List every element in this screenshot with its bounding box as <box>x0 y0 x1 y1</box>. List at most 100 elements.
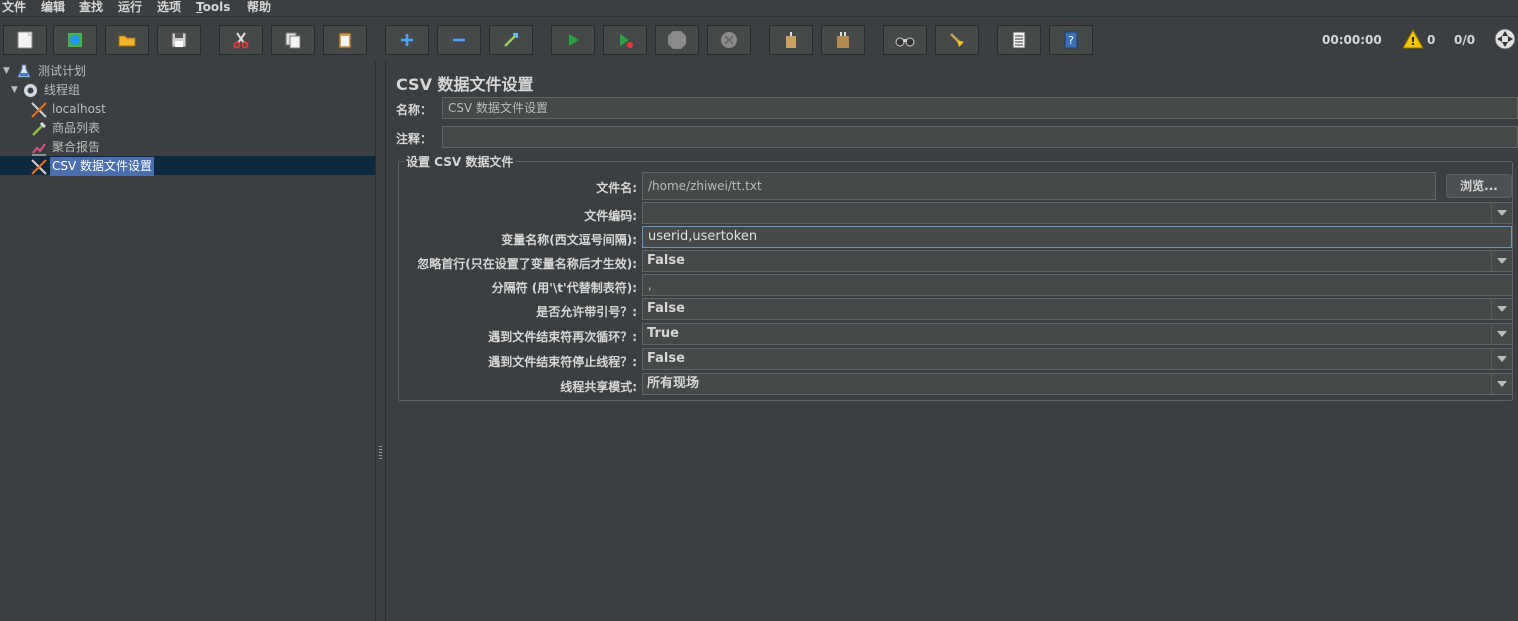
warning-icon[interactable]: ! <box>1402 29 1424 49</box>
tree-item-product-list[interactable]: 商品列表 <box>30 119 330 138</box>
svg-text:?: ? <box>1068 34 1074 47</box>
sharing-mode-value: 所有现场 <box>647 376 700 391</box>
menu-run[interactable]: 运行 <box>118 0 142 16</box>
tree-item-label: 测试计划 <box>38 64 87 78</box>
ignore-first-line-label: 忽略首行(只在设置了变量名称后才生效): <box>417 257 637 271</box>
play-no-pause-icon <box>620 34 633 48</box>
browse-button[interactable]: 浏览... <box>1446 174 1512 198</box>
tree-expand-arrow[interactable]: ▼ <box>11 85 18 95</box>
stop-icon <box>668 31 686 49</box>
save-icon <box>171 32 187 48</box>
delimiter-input[interactable]: , <box>642 274 1513 296</box>
menu-search[interactable]: 查找 <box>79 0 103 16</box>
allow-quoted-select[interactable]: False <box>642 298 1513 320</box>
name-label: 名称： <box>396 103 433 117</box>
csv-config-panel: CSV 数据文件设置 名称： CSV 数据文件设置 注释： 设置 CSV 数据文… <box>386 61 1518 621</box>
tree-item-csv-config[interactable]: CSV 数据文件设置 <box>30 157 330 176</box>
comment-input[interactable] <box>442 126 1518 148</box>
remote-icon[interactable] <box>1494 28 1516 50</box>
chevron-down-icon <box>1491 374 1512 394</box>
save-button[interactable] <box>157 25 201 55</box>
chart-icon <box>32 143 46 156</box>
encoding-select[interactable] <box>642 202 1513 224</box>
tree-expand-arrow[interactable]: ▼ <box>3 66 10 76</box>
tree-item-aggregate-report[interactable]: 聚合报告 <box>30 138 330 157</box>
ignore-first-line-select[interactable]: False <box>642 250 1513 272</box>
sharing-mode-select[interactable]: 所有现场 <box>642 373 1513 395</box>
chevron-down-icon <box>1491 251 1512 271</box>
open-button[interactable] <box>105 25 149 55</box>
list-icon <box>1012 31 1026 49</box>
tree-item-label: 线程组 <box>44 83 81 97</box>
toolbar: ? 00:00:00 ! 0 0/0 <box>0 16 1518 61</box>
templates-button[interactable] <box>53 25 97 55</box>
ignore-first-line-value: False <box>647 253 685 268</box>
tree-item-localhost[interactable]: localhost <box>30 100 330 119</box>
copy-button[interactable] <box>271 25 315 55</box>
menu-tools[interactable]: Tools <box>196 0 230 16</box>
start-no-pauses-button[interactable] <box>603 25 647 55</box>
warning-count: 0 <box>1427 33 1436 47</box>
gear-icon <box>23 83 38 98</box>
wand-icon <box>504 33 518 47</box>
variable-names-input[interactable]: userid,usertoken <box>642 226 1512 248</box>
page-title: CSV 数据文件设置 <box>396 75 534 94</box>
menu-bar: 文件 编辑 查找 运行 选项 Tools 帮助 <box>0 0 1518 16</box>
paste-button[interactable] <box>323 25 367 55</box>
collapse-all-button[interactable] <box>437 25 481 55</box>
function-helper-button[interactable] <box>997 25 1041 55</box>
pipette-icon <box>32 121 47 136</box>
flask-icon <box>17 64 31 78</box>
stop-button[interactable] <box>655 25 699 55</box>
menu-options[interactable]: 选项 <box>157 0 181 16</box>
new-file-icon <box>17 31 33 49</box>
shutdown-icon <box>721 32 737 48</box>
chevron-down-icon <box>1491 299 1512 319</box>
allow-quoted-value: False <box>647 301 685 316</box>
menu-edit[interactable]: 编辑 <box>41 0 65 16</box>
encoding-label: 文件编码: <box>584 209 637 223</box>
tree-item-label: 商品列表 <box>52 121 101 135</box>
folder-open-icon <box>118 35 136 47</box>
tree-item-label: CSV 数据文件设置 <box>50 157 155 176</box>
start-button[interactable] <box>551 25 595 55</box>
test-plan-tree: ▼ 测试计划 ▼ 线程组 localhost 商品列表 聚合报告 CSV 数据文… <box>0 61 376 621</box>
tree-item-test-plan[interactable]: 测试计划 <box>16 62 316 81</box>
clear-button[interactable] <box>769 25 813 55</box>
elapsed-timer: 00:00:00 <box>1322 33 1382 47</box>
cut-button[interactable] <box>219 25 263 55</box>
allow-quoted-label: 是否允许带引号？: <box>536 305 637 319</box>
clipboard-icon <box>338 32 352 49</box>
wrench-icon <box>31 159 47 175</box>
shutdown-button[interactable] <box>707 25 751 55</box>
svg-text:!: ! <box>1410 35 1415 48</box>
tree-item-label: 聚合报告 <box>52 140 101 154</box>
stop-thread-eof-select[interactable]: False <box>642 348 1513 370</box>
expand-all-button[interactable] <box>385 25 429 55</box>
templates-icon <box>68 33 82 47</box>
name-input[interactable]: CSV 数据文件设置 <box>442 97 1518 119</box>
split-pane-divider[interactable] <box>376 61 386 621</box>
toggle-button[interactable] <box>489 25 533 55</box>
stop-thread-eof-value: False <box>647 351 685 366</box>
new-button[interactable] <box>3 25 47 55</box>
broom-gears-icon <box>837 32 849 48</box>
reset-search-button[interactable] <box>935 25 979 55</box>
recycle-eof-select[interactable]: True <box>642 323 1513 345</box>
menu-file[interactable]: 文件 <box>2 0 26 16</box>
menu-help[interactable]: 帮助 <box>247 0 271 16</box>
plus-icon <box>401 34 413 46</box>
play-icon <box>569 34 579 46</box>
minus-icon <box>453 38 465 42</box>
filename-input[interactable]: /home/zhiwei/tt.txt <box>642 172 1436 200</box>
tree-item-thread-group[interactable]: 线程组 <box>22 81 322 100</box>
clear-all-button[interactable] <box>821 25 865 55</box>
search-button[interactable] <box>883 25 927 55</box>
recycle-eof-value: True <box>647 326 679 341</box>
divider-grip[interactable] <box>379 446 382 460</box>
variable-names-label: 变量名称(西文逗号间隔): <box>501 233 637 247</box>
recycle-eof-label: 遇到文件结束符再次循环？: <box>488 330 637 344</box>
broom-icon <box>950 33 964 47</box>
help-button[interactable]: ? <box>1049 25 1093 55</box>
copy-icon <box>285 32 301 49</box>
